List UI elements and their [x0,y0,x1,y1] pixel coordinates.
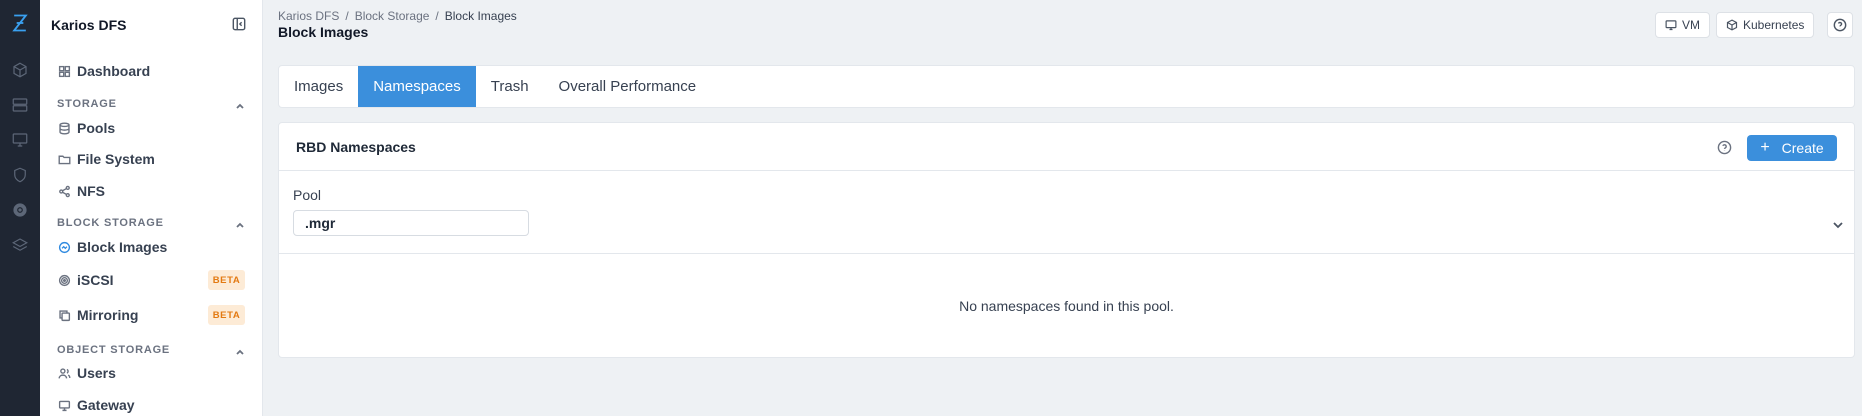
breadcrumb-current: Block Images [444,9,517,23]
tab-namespaces[interactable]: Namespaces [358,66,476,107]
tab-bar: Images Namespaces Trash Overall Performa… [278,65,1855,108]
sidebar-item-label: Block Images [77,239,168,255]
breadcrumb: Karios DFS / Block Storage / Block Image… [278,9,517,23]
chevron-up-icon[interactable] [235,98,247,110]
sidebar-item-label: Pools [77,120,116,136]
vm-button-label: VM [1682,18,1700,32]
sidebar-item-pools[interactable]: Pools [57,118,115,138]
sidebar-item-mirroring[interactable]: Mirroring [57,305,138,325]
sidebar-item-label: iSCSI [77,272,114,288]
sidebar-item-nfs[interactable]: NFS [57,181,105,201]
breadcrumb-link[interactable]: Block Storage [355,9,430,23]
help-icon[interactable] [1717,140,1733,156]
sidebar-item-label: File System [77,151,155,167]
breadcrumb-separator: / [345,9,349,23]
sidebar-item-label: NFS [77,183,105,199]
section-block-storage: BLOCK STORAGE [57,217,164,229]
icon-rail [0,0,40,416]
monitor-icon[interactable] [10,130,30,150]
kubernetes-button-label: Kubernetes [1743,18,1805,32]
app-name: Karios DFS [51,17,127,33]
target-icon [57,273,71,287]
chevron-down-icon[interactable] [1832,218,1844,230]
create-button[interactable]: + Create [1747,135,1837,161]
tab-trash[interactable]: Trash [476,66,544,107]
sidebar-item-label: Dashboard [77,63,151,79]
folder-icon [57,152,71,166]
pool-label: Pool [293,187,322,203]
sidebar-item-block-images[interactable]: Block Images [57,237,167,257]
breadcrumb-link[interactable]: Karios DFS [278,9,339,23]
empty-message: No namespaces found in this pool. [959,298,1174,314]
sidebar-item-label: Gateway [77,397,135,413]
sidebar: Karios DFS Dashboard STORAGE Pools File … [40,0,263,416]
vm-button[interactable]: VM [1655,12,1710,38]
create-button-label: Create [1781,140,1824,156]
copy-icon [57,308,71,322]
shield-icon[interactable] [10,165,30,185]
panel-header: RBD Namespaces + Create [279,123,1854,171]
sidebar-item-file-system[interactable]: File System [57,149,155,169]
help-icon [1833,18,1847,32]
beta-badge: BETA [208,305,245,325]
chevron-up-icon[interactable] [235,344,247,356]
breadcrumb-separator: / [435,9,439,23]
sidebar-item-gateway[interactable]: Gateway [57,395,135,415]
layers-icon[interactable] [10,235,30,255]
kubernetes-button[interactable]: Kubernetes [1716,12,1815,38]
pool-select-value: .mgr [305,215,336,231]
share-icon [57,184,71,198]
tab-overall-performance[interactable]: Overall Performance [544,66,712,107]
dashboard-icon [57,64,71,78]
cube-icon[interactable] [10,60,30,80]
logo-icon[interactable] [10,13,30,33]
sidebar-item-users[interactable]: Users [57,363,116,383]
beta-badge: BETA [208,270,245,290]
help-button[interactable] [1827,12,1853,38]
sidebar-item-iscsi[interactable]: iSCSI [57,270,114,290]
block-images-icon [57,240,71,254]
storage-icon[interactable] [10,200,30,220]
sidebar-item-label: Mirroring [77,307,139,323]
server-icon[interactable] [10,95,30,115]
cube-icon [1726,19,1738,31]
pool-select[interactable]: .mgr [293,210,529,236]
database-icon [57,121,71,135]
plus-icon: + [1760,139,1770,156]
section-storage: STORAGE [57,98,117,110]
panel-title: RBD Namespaces [296,139,416,155]
page-title: Block Images [278,24,369,40]
tab-images[interactable]: Images [279,66,358,107]
section-object-storage: OBJECT STORAGE [57,344,171,356]
sidebar-item-dashboard[interactable]: Dashboard [57,61,150,81]
rbd-namespaces-panel: RBD Namespaces + Create Pool .mgr No nam… [278,122,1855,358]
monitor-icon [1665,20,1677,31]
sidebar-item-label: Users [77,365,116,381]
users-icon [57,366,71,380]
gateway-icon [57,398,71,412]
sidebar-collapse-icon[interactable] [232,17,248,33]
chevron-up-icon[interactable] [235,217,247,229]
empty-state: No namespaces found in this pool. [279,253,1854,358]
